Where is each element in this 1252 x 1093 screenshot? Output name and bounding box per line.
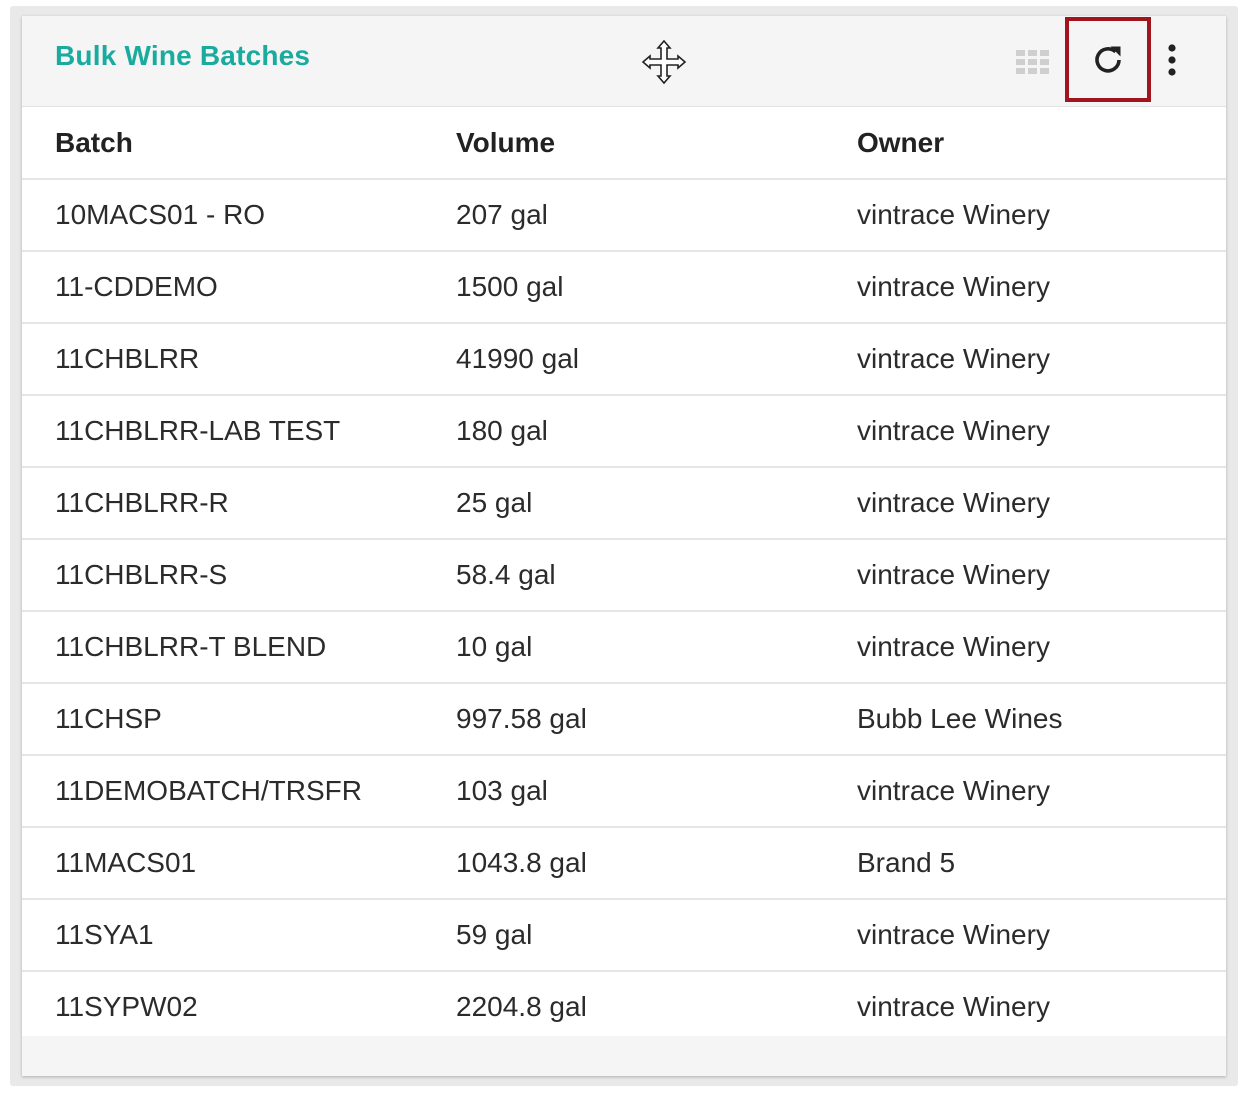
volume-cell: 207 gal (456, 199, 548, 230)
kebab-menu-button[interactable] (1160, 40, 1184, 80)
batch-cell: 11MACS01 (55, 847, 197, 878)
widget-footer (22, 1036, 1226, 1076)
volume-cell: 10 gal (456, 631, 533, 662)
owner-cell: vintrace Winery (857, 559, 1050, 590)
kebab-menu-icon (1168, 44, 1176, 76)
owner-cell: vintrace Winery (857, 775, 1050, 806)
move-arrows-icon[interactable] (640, 38, 688, 86)
refresh-button[interactable] (1065, 17, 1151, 102)
table-row[interactable]: 11CHSP 997.58 gal Bubb Lee Wines (22, 684, 1226, 756)
table-row[interactable]: 10MACS01 - RO 207 gal vintrace Winery (22, 180, 1226, 252)
widget-header: Bulk Wine Batches (22, 16, 1226, 107)
batch-cell: 10MACS01 - RO (55, 199, 266, 230)
table-body: 10MACS01 - RO 207 gal vintrace Winery 11-CD… (22, 180, 1226, 1044)
owner-cell: Brand 5 (857, 847, 956, 878)
widget-title: Bulk Wine Batches (55, 40, 311, 71)
column-header-batch[interactable]: Batch (55, 107, 133, 178)
table-header-row: Batch Volume Owner (22, 107, 1226, 180)
batch-cell: 11SYA1 (55, 919, 154, 950)
batch-cell: 11CHBLRR (55, 343, 200, 374)
owner-cell: vintrace Winery (857, 343, 1050, 374)
table-row[interactable]: 11MACS01 1043.8 gal Brand 5 (22, 828, 1226, 900)
volume-cell: 59 gal (456, 919, 533, 950)
owner-cell: vintrace Winery (857, 919, 1050, 950)
owner-cell: vintrace Winery (857, 271, 1050, 302)
table-row[interactable]: 11-CDDEMO 1500 gal vintrace Winery (22, 252, 1226, 324)
volume-cell: 2204.8 gal (456, 991, 587, 1022)
volume-cell: 58.4 gal (456, 559, 556, 590)
owner-cell: Bubb Lee Wines (857, 703, 1063, 734)
volume-cell: 103 gal (456, 775, 548, 806)
table-row[interactable]: 11CHBLRR 41990 gal vintrace Winery (22, 324, 1226, 396)
table-row[interactable]: 11CHBLRR-LAB TEST 180 gal vintrace Winery (22, 396, 1226, 468)
volume-cell: 25 gal (456, 487, 533, 518)
table-row[interactable]: 11CHBLRR-T BLEND 10 gal vintrace Winery (22, 612, 1226, 684)
volume-cell: 997.58 gal (456, 703, 587, 734)
column-header-volume[interactable]: Volume (456, 107, 555, 178)
volume-cell: 180 gal (456, 415, 548, 446)
batch-cell: 11CHBLRR-LAB TEST (55, 415, 341, 446)
column-header-owner[interactable]: Owner (857, 107, 944, 178)
table-row[interactable]: 11CHBLRR-R 25 gal vintrace Winery (22, 468, 1226, 540)
batch-cell: 11-CDDEMO (55, 271, 218, 302)
grid-icon[interactable] (1016, 50, 1050, 74)
table-row[interactable]: 11DEMOBATCH/TRSFR 103 gal vintrace Winery (22, 756, 1226, 828)
batch-cell: 11SYPW02 (55, 991, 198, 1022)
batch-cell: 11CHBLRR-R (55, 487, 229, 518)
batch-cell: 11DEMOBATCH/TRSFR (55, 775, 362, 806)
owner-cell: vintrace Winery (857, 991, 1050, 1022)
refresh-icon (1095, 46, 1121, 73)
batch-cell: 11CHBLRR-T BLEND (55, 631, 327, 662)
owner-cell: vintrace Winery (857, 487, 1050, 518)
volume-cell: 1043.8 gal (456, 847, 587, 878)
owner-cell: vintrace Winery (857, 415, 1050, 446)
volume-cell: 41990 gal (456, 343, 580, 374)
table-row[interactable]: 11SYPW02 2204.8 gal vintrace Winery (22, 972, 1226, 1044)
batch-cell: 11CHSP (55, 703, 162, 734)
owner-cell: vintrace Winery (857, 199, 1050, 230)
owner-cell: vintrace Winery (857, 631, 1050, 662)
bulk-wine-batches-widget: Bulk Wine Batches Batch Volume Owner 10M… (22, 16, 1226, 1076)
batches-table: Batch Volume Owner 10MACS01 - RO 207 gal v… (22, 107, 1226, 1044)
batch-cell: 11CHBLRR-S (55, 559, 228, 590)
table-row[interactable]: 11SYA1 59 gal vintrace Winery (22, 900, 1226, 972)
volume-cell: 1500 gal (456, 271, 564, 302)
table-row[interactable]: 11CHBLRR-S 58.4 gal vintrace Winery (22, 540, 1226, 612)
